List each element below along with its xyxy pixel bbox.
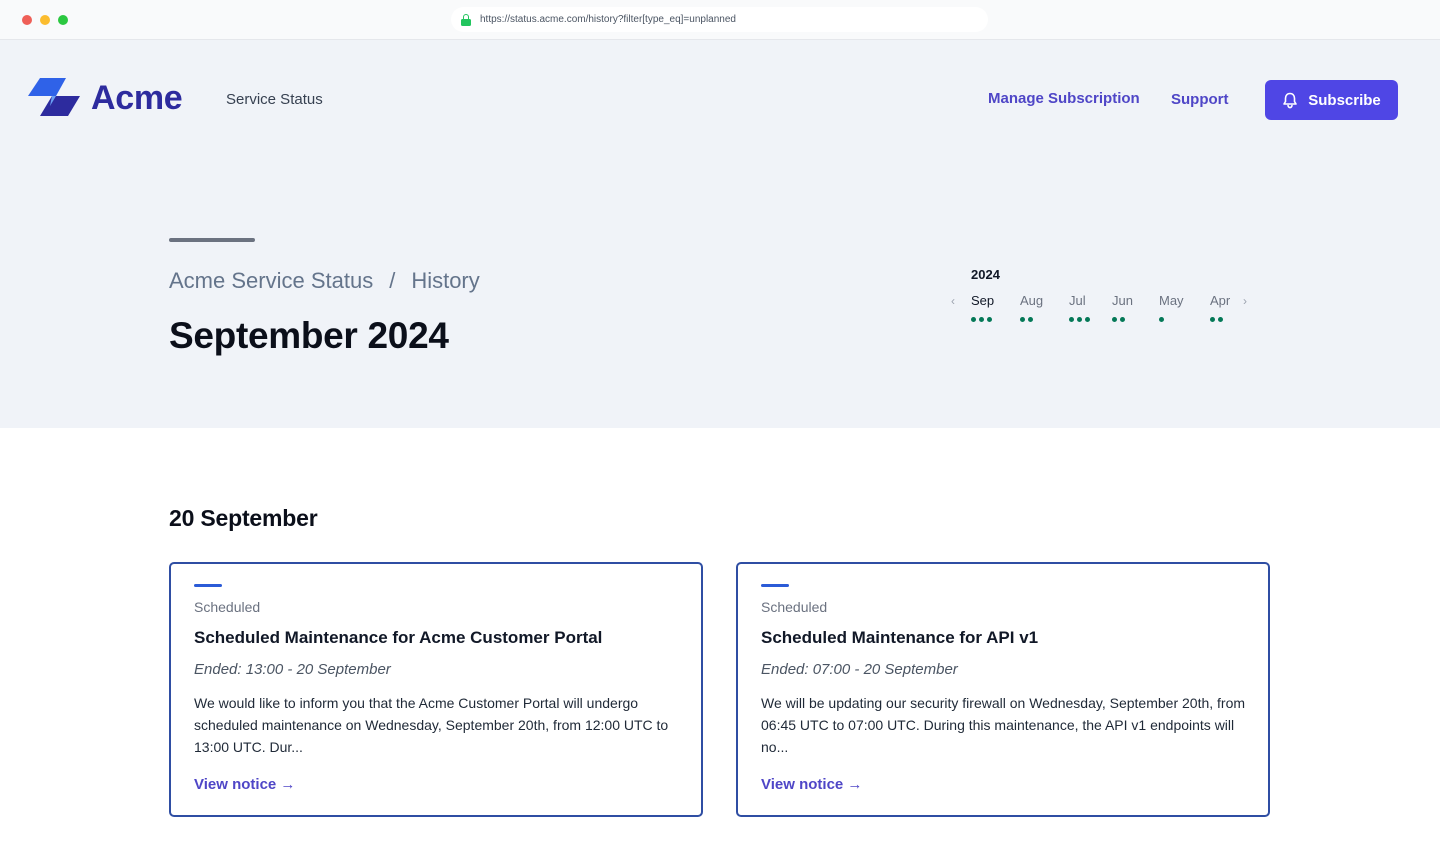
month-apr-dots bbox=[1210, 317, 1223, 322]
month-sep-dots bbox=[971, 317, 992, 322]
incident-title: Scheduled Maintenance for API v1 bbox=[761, 628, 1039, 647]
breadcrumb-separator: / bbox=[389, 268, 396, 293]
month-jul[interactable]: Jul bbox=[1069, 293, 1086, 309]
breadcrumb-root-link[interactable]: Acme Service Status bbox=[169, 268, 373, 293]
breadcrumb: Acme Service Status / History bbox=[169, 268, 480, 294]
month-picker-year: 2024 bbox=[971, 267, 1000, 282]
month-may-dots bbox=[1159, 317, 1164, 322]
view-notice-link[interactable]: View notice → bbox=[194, 776, 295, 794]
subscribe-label: Subscribe bbox=[1308, 91, 1381, 109]
support-link[interactable]: Support bbox=[1171, 91, 1229, 109]
incident-card[interactable]: Scheduled Scheduled Maintenance for API … bbox=[736, 562, 1270, 817]
month-apr[interactable]: Apr bbox=[1210, 293, 1230, 309]
incident-type: Scheduled bbox=[194, 599, 261, 615]
month-aug[interactable]: Aug bbox=[1020, 293, 1043, 309]
month-aug-dots bbox=[1020, 317, 1033, 322]
title-accent-bar bbox=[169, 238, 255, 242]
month-jun[interactable]: Jun bbox=[1112, 293, 1133, 309]
breadcrumb-current: History bbox=[411, 268, 480, 293]
card-accent-bar bbox=[761, 584, 789, 587]
address-bar[interactable]: https://status.acme.com/history?filter[t… bbox=[451, 7, 988, 32]
acme-logo-icon[interactable] bbox=[28, 78, 80, 116]
subscribe-button[interactable]: Subscribe bbox=[1265, 80, 1398, 120]
month-jun-dots bbox=[1112, 317, 1125, 322]
month-sep[interactable]: Sep bbox=[971, 293, 994, 309]
bell-icon bbox=[1283, 92, 1298, 108]
incident-ended-time: Ended: 13:00 - 20 September bbox=[194, 661, 391, 678]
incident-title: Scheduled Maintenance for Acme Customer … bbox=[194, 628, 603, 647]
lock-icon bbox=[461, 13, 471, 26]
month-may[interactable]: May bbox=[1159, 293, 1184, 309]
incident-ended-time: Ended: 07:00 - 20 September bbox=[761, 661, 958, 678]
incident-description: We would like to inform you that the Acm… bbox=[194, 695, 669, 755]
manage-subscription-link[interactable]: Manage Subscription bbox=[988, 90, 1140, 108]
url-text: https://status.acme.com/history?filter[t… bbox=[480, 14, 736, 25]
header-subtitle: Service Status bbox=[226, 91, 323, 108]
month-jul-dots bbox=[1069, 317, 1090, 322]
minimize-window-button[interactable] bbox=[40, 15, 50, 25]
incident-type: Scheduled bbox=[761, 599, 828, 615]
chevron-right-icon[interactable]: › bbox=[1243, 294, 1253, 308]
card-accent-bar bbox=[194, 584, 222, 587]
incident-description: We will be updating our security firewal… bbox=[761, 695, 1246, 755]
view-notice-link[interactable]: View notice → bbox=[761, 776, 862, 794]
day-heading: 20 September bbox=[169, 505, 318, 531]
close-window-button[interactable] bbox=[22, 15, 32, 25]
browser-chrome: https://status.acme.com/history?filter[t… bbox=[0, 0, 1440, 40]
chevron-left-icon[interactable]: ‹ bbox=[951, 294, 961, 308]
incident-card[interactable]: Scheduled Scheduled Maintenance for Acme… bbox=[169, 562, 703, 817]
page-title: September 2024 bbox=[169, 315, 449, 356]
maximize-window-button[interactable] bbox=[58, 15, 68, 25]
brand-name[interactable]: Acme bbox=[91, 78, 183, 118]
